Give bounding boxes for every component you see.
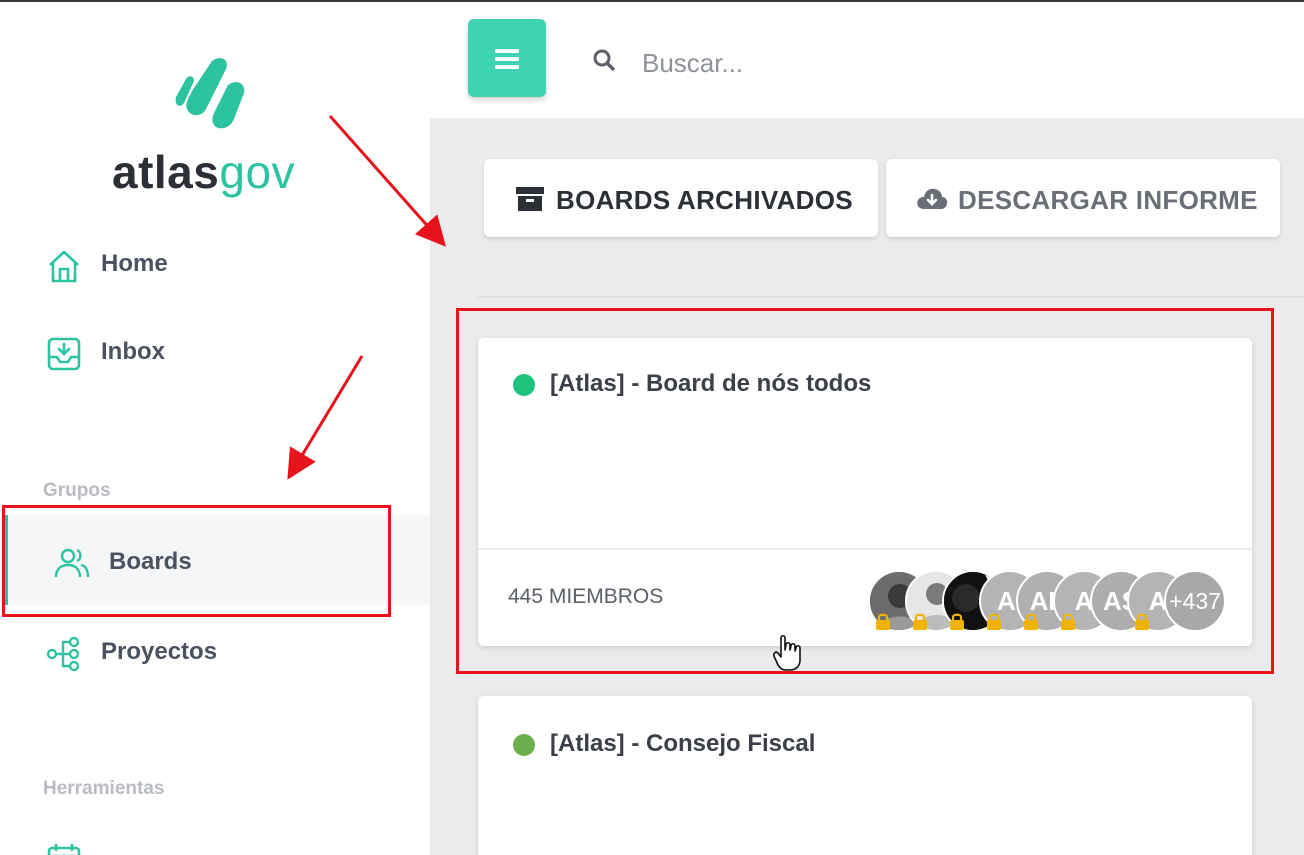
- logo-text: atlasgov: [112, 146, 296, 198]
- archived-boards-label: BOARDS ARCHIVADOS: [556, 185, 853, 215]
- inbox-icon: [47, 337, 81, 371]
- content-divider: [478, 296, 1304, 298]
- download-report-button[interactable]: DESCARGAR INFORME: [886, 159, 1280, 237]
- section-title-grupos: Grupos: [43, 480, 111, 501]
- download-report-label: DESCARGAR INFORME: [958, 185, 1258, 215]
- sidebar-item-proyectos[interactable]: Proyectos: [0, 620, 430, 684]
- section-title-herramientas: Herramientas: [43, 778, 165, 799]
- status-dot: [513, 734, 535, 756]
- search-input[interactable]: [640, 40, 1204, 86]
- annotation-highlight-card: [456, 308, 1274, 674]
- sidebar-item-label: Home: [101, 250, 168, 277]
- home-icon: [49, 250, 79, 283]
- archived-boards-button[interactable]: BOARDS ARCHIVADOS: [484, 159, 878, 237]
- logo[interactable]: atlasgov: [112, 57, 322, 198]
- sidebar-item-label: Inbox: [101, 338, 165, 365]
- board-title[interactable]: [Atlas] - Consejo Fiscal: [550, 730, 815, 758]
- sidebar-item-label: Proyectos: [101, 638, 218, 665]
- hierarchy-icon: [46, 636, 80, 672]
- cloud-download-icon: [917, 188, 948, 209]
- sidebar-item-inbox[interactable]: Inbox: [0, 320, 430, 384]
- annotation-highlight-boards: [2, 505, 391, 617]
- board-card[interactable]: [Atlas] - Consejo Fiscal: [478, 696, 1252, 855]
- sidebar: atlasgov Home Inbox Grupos Boards Proyec…: [0, 2, 430, 855]
- atlasgov-logo-icon: [175, 58, 245, 129]
- sidebar-item-calendar[interactable]: [0, 828, 430, 855]
- menu-button[interactable]: [468, 19, 546, 97]
- hand-cursor-icon: [773, 634, 801, 671]
- search-icon[interactable]: [592, 48, 616, 72]
- menu-icon: [495, 49, 519, 73]
- sidebar-item-home[interactable]: Home: [0, 232, 430, 296]
- calendar-icon: [47, 844, 81, 855]
- archive-icon: [516, 187, 544, 211]
- top-bar: [430, 2, 1304, 118]
